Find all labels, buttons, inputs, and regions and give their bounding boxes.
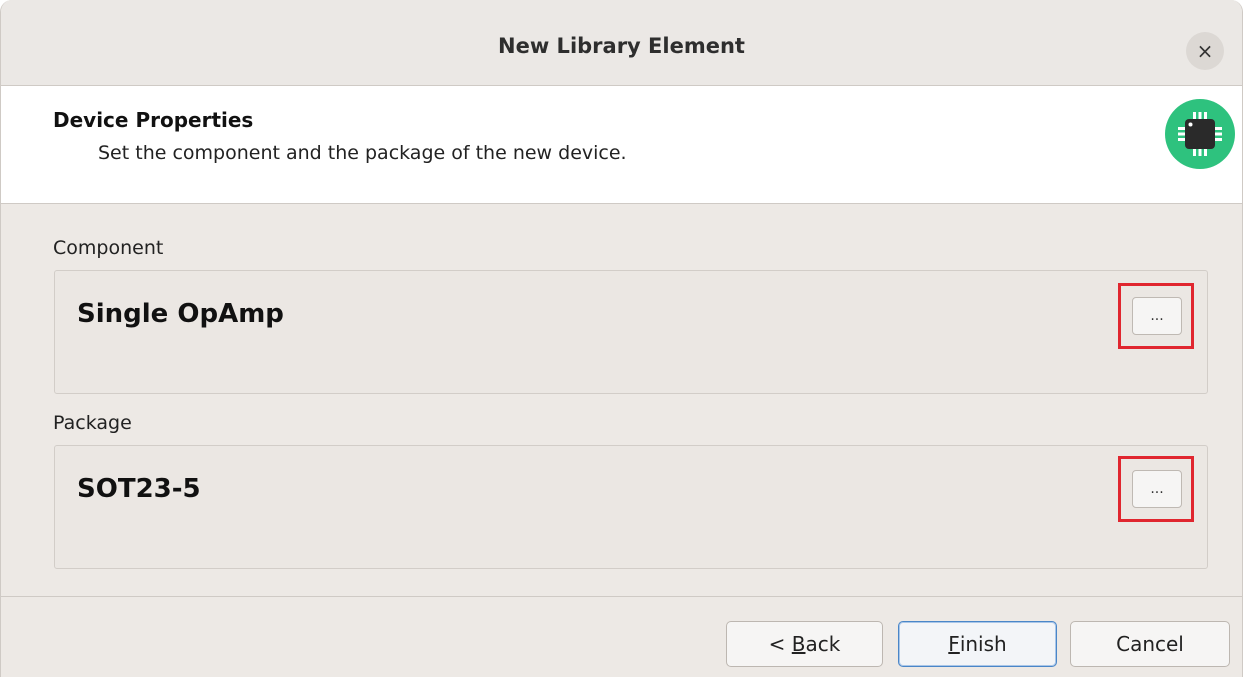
component-browse-highlight: ... <box>1118 283 1194 349</box>
component-value: Single OpAmp <box>77 299 284 329</box>
cancel-button[interactable]: Cancel <box>1070 621 1230 667</box>
finish-button[interactable]: Finish <box>898 621 1057 667</box>
component-group: Single OpAmp <box>54 270 1208 394</box>
title-bar: New Library Element × <box>1 0 1242 86</box>
package-browse-button[interactable]: ... <box>1132 470 1182 508</box>
component-browse-button[interactable]: ... <box>1132 297 1182 335</box>
close-button[interactable]: × <box>1186 32 1224 70</box>
back-button-prefix: < <box>768 632 792 656</box>
window-title: New Library Element <box>498 34 745 58</box>
page-subtitle: Set the component and the package of the… <box>98 142 627 164</box>
package-value: SOT23-5 <box>77 474 201 504</box>
package-browse-highlight: ... <box>1118 456 1194 522</box>
back-button-mnemonic: B <box>791 632 806 656</box>
component-label: Component <box>53 237 164 259</box>
finish-button-mnemonic: F <box>948 632 960 656</box>
chip-icon <box>1165 99 1235 169</box>
finish-button-rest: inish <box>959 632 1007 656</box>
package-group: SOT23-5 <box>54 445 1208 569</box>
wizard-header: Device Properties Set the component and … <box>1 86 1242 204</box>
package-label: Package <box>53 412 132 434</box>
back-button[interactable]: < Back <box>726 621 883 667</box>
close-icon: × <box>1196 39 1214 63</box>
page-title: Device Properties <box>53 108 254 132</box>
footer-divider <box>1 596 1242 597</box>
dialog-window: New Library Element × Device Properties … <box>0 0 1243 677</box>
back-button-rest: ack <box>805 632 841 656</box>
